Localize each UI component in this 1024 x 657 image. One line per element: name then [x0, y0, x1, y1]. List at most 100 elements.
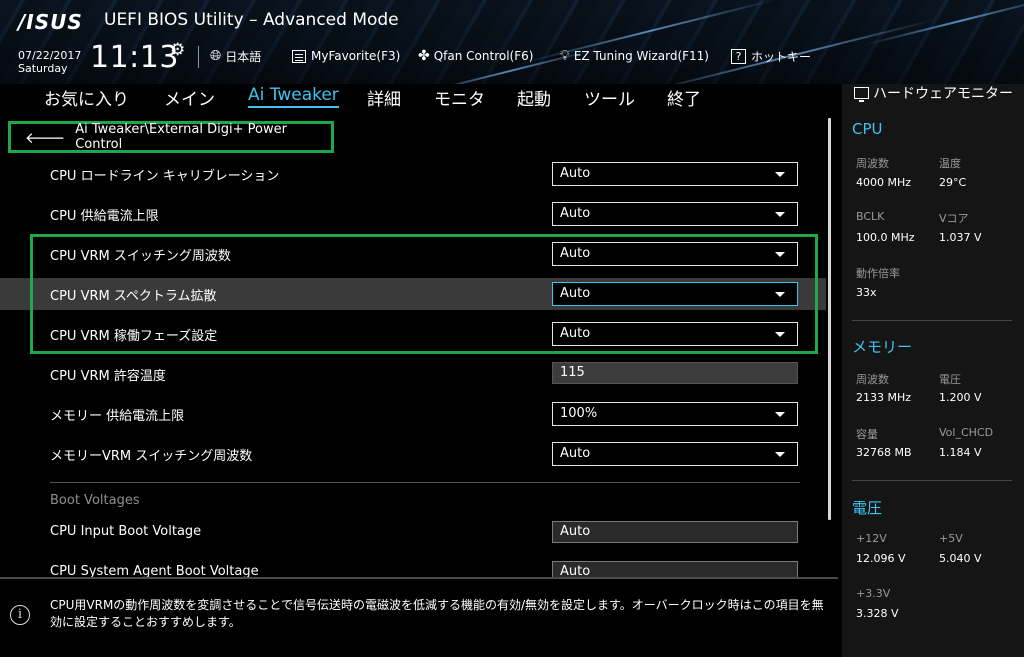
dram-current-capability-select[interactable]: 100%	[552, 402, 798, 426]
mem-freq-value: 2133 MHz	[856, 391, 912, 404]
mem-chcd-label: Vol_CHCD	[939, 426, 994, 439]
v12-label: +12V	[856, 532, 887, 545]
myfavorite-button[interactable]: MyFavorite(F3)	[292, 46, 400, 66]
memory-heading: メモリー	[852, 338, 913, 356]
setting-row[interactable]: CPU ロードライン キャリブレーション Auto	[0, 158, 826, 190]
setting-label: CPU VRM 稼働フェーズ設定	[50, 329, 218, 344]
setting-label: CPU VRM スペクトラム拡散	[50, 289, 217, 304]
fan-icon: ✤	[418, 48, 430, 64]
myfavorite-label: MyFavorite(F3)	[311, 49, 401, 63]
setting-label: CPU Input Boot Voltage	[50, 524, 202, 539]
ez-tuning-label: EZ Tuning Wizard(F11)	[573, 49, 709, 63]
vcore-value: 1.037 V	[939, 231, 982, 244]
bclk-value: 100.0 MHz	[856, 231, 915, 244]
qfan-label: Qfan Control(F6)	[433, 49, 534, 63]
v5-value: 5.040 V	[939, 552, 982, 565]
v5-label: +5V	[939, 532, 963, 545]
setting-label: メモリーVRM スイッチング周波数	[50, 449, 253, 464]
select-value: Auto	[560, 206, 591, 221]
setting-label: CPU 供給電流上限	[50, 209, 159, 224]
section-divider	[50, 482, 800, 483]
tab-advanced[interactable]: 詳細	[367, 85, 401, 110]
cpu-sa-boot-voltage-input[interactable]: Auto	[552, 561, 798, 577]
setting-row[interactable]: CPU VRM スイッチング周波数 Auto	[0, 238, 826, 270]
chevron-down-icon	[775, 172, 785, 177]
setting-label: CPU VRM 許容温度	[50, 369, 166, 384]
chevron-down-icon	[775, 412, 785, 417]
setting-label: CPU ロードライン キャリブレーション	[50, 169, 280, 184]
clock-settings-icon[interactable]: ⚙	[170, 40, 185, 60]
load-line-calibration-select[interactable]: Auto	[552, 162, 798, 186]
setting-row[interactable]: CPU VRM 稼働フェーズ設定 Auto	[0, 318, 826, 350]
setting-label: メモリー 供給電流上限	[50, 409, 185, 424]
ez-tuning-wizard-button[interactable]: 💡︎ EZ Tuning Wizard(F11)	[560, 46, 709, 66]
main-nav: お気に入り メイン Ai Tweaker 詳細 モニタ 起動 ツール 終了	[0, 84, 838, 112]
hotkeys-button[interactable]: ? ホットキー	[731, 46, 811, 66]
setting-row[interactable]: CPU Input Boot Voltage Auto	[0, 517, 826, 549]
back-arrow-icon[interactable]: 🡐	[25, 128, 65, 147]
hardware-monitor-title: ハードウェアモニター	[854, 86, 1024, 103]
header-separator	[198, 46, 199, 68]
tab-monitor[interactable]: モニタ	[434, 85, 485, 110]
qfan-control-button[interactable]: ✤ Qfan Control(F6)	[418, 46, 533, 66]
header-bar: /ISUS UEFI BIOS Utility – Advanced Mode …	[0, 0, 1024, 84]
cpu-temp-value: 29°C	[939, 176, 967, 189]
select-value: Auto	[560, 326, 591, 341]
breadcrumb[interactable]: 🡐 Ai Tweaker\External Digi+ Power Contro…	[8, 121, 334, 153]
hw-divider	[852, 480, 1012, 481]
tab-exit[interactable]: 終了	[667, 85, 701, 110]
cpu-heading: CPU	[852, 120, 883, 138]
language-button[interactable]: 🌐︎ 日本語	[210, 46, 261, 66]
clock-time: 11:13	[90, 40, 179, 75]
tab-main[interactable]: メイン	[164, 85, 215, 110]
chevron-down-icon	[775, 212, 785, 217]
voltage-heading: 電圧	[852, 499, 883, 517]
app-title: UEFI BIOS Utility – Advanced Mode	[104, 10, 399, 30]
tab-ai-tweaker[interactable]: Ai Tweaker	[248, 85, 339, 108]
hotkeys-label: ホットキー	[751, 49, 812, 64]
setting-label: CPU System Agent Boot Voltage	[50, 564, 259, 577]
date-value: 07/22/2017	[18, 49, 82, 62]
mem-volt-value: 1.200 V	[939, 391, 982, 404]
v33-label: +3.3V	[856, 587, 891, 600]
setting-row[interactable]: CPU VRM 許容温度 115	[0, 358, 826, 390]
tab-boot[interactable]: 起動	[517, 85, 551, 110]
section-heading: Boot Voltages	[50, 493, 140, 508]
language-label: 日本語	[225, 49, 262, 64]
dram-switching-frequency-select[interactable]: Auto	[552, 442, 798, 466]
cpu-temp-label: 温度	[939, 157, 961, 170]
cpu-freq-label: 周波数	[856, 157, 889, 170]
setting-row[interactable]: メモリーVRM スイッチング周波数 Auto	[0, 438, 826, 470]
vrm-spread-spectrum-select[interactable]: Auto	[552, 282, 798, 306]
cpu-freq-value: 4000 MHz	[856, 176, 912, 189]
tab-favorites[interactable]: お気に入り	[44, 85, 129, 110]
vcore-label: Vコア	[939, 212, 969, 225]
vrm-thermal-control-input[interactable]: 115	[552, 362, 798, 384]
question-icon: ?	[731, 48, 746, 64]
mem-volt-label: 電圧	[939, 373, 961, 386]
lightbulb-icon: 💡︎	[560, 48, 570, 64]
date-display: 07/22/2017 Saturday	[18, 49, 81, 75]
cpu-current-capability-select[interactable]: Auto	[552, 202, 798, 226]
globe-icon: 🌐︎	[210, 48, 222, 64]
select-value: Auto	[560, 446, 591, 461]
cpu-input-boot-voltage-input[interactable]: Auto	[552, 521, 798, 543]
scrollbar[interactable]	[828, 118, 831, 520]
setting-row-selected[interactable]: CPU VRM スペクトラム拡散 Auto	[0, 278, 826, 310]
chevron-down-icon	[775, 332, 785, 337]
select-value: Auto	[560, 166, 591, 181]
mem-chcd-value: 1.184 V	[939, 446, 982, 459]
setting-label: CPU VRM スイッチング周波数	[50, 249, 231, 264]
vrm-switching-frequency-select[interactable]: Auto	[552, 242, 798, 266]
setting-row[interactable]: メモリー 供給電流上限 100%	[0, 398, 826, 430]
select-value: 100%	[560, 406, 598, 421]
power-phase-control-select[interactable]: Auto	[552, 322, 798, 346]
help-bar: i CPU用VRMの動作周波数を変調させることで信号伝送時の電磁波を低減する機能…	[0, 577, 838, 657]
setting-row[interactable]: CPU System Agent Boot Voltage Auto	[0, 557, 826, 577]
tab-tool[interactable]: ツール	[584, 85, 635, 110]
mem-freq-label: 周波数	[856, 373, 889, 386]
asus-logo: /ISUS	[18, 10, 83, 34]
setting-row[interactable]: CPU 供給電流上限 Auto	[0, 198, 826, 230]
mem-cap-value: 32768 MB	[856, 446, 912, 459]
chevron-down-icon	[775, 252, 785, 257]
